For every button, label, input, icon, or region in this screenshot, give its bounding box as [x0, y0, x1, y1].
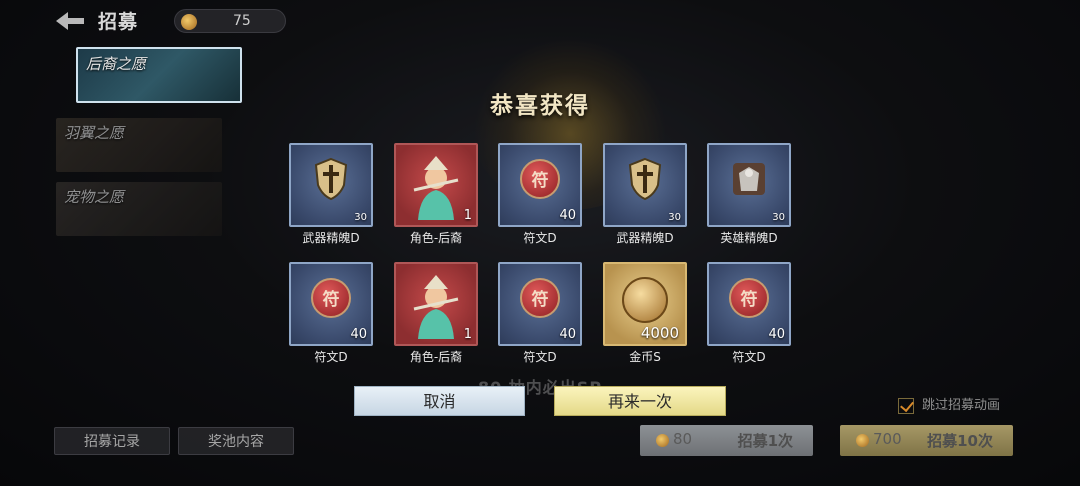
coin-bag-icon: [856, 434, 869, 447]
reward-name: 英雄精魄D: [720, 231, 778, 245]
reward-name: 符文D: [732, 350, 766, 364]
skip-animation-label: 跳过招募动画: [922, 398, 1001, 413]
reward-quantity: 40: [768, 327, 785, 342]
draw-again-button[interactable]: 再来一次: [554, 386, 726, 416]
reward-card: 符 40: [498, 143, 582, 227]
shield-cross-icon: [628, 157, 662, 205]
draw-label: 招募10次: [927, 432, 993, 450]
reward-quantity: 40: [350, 327, 367, 342]
archer-portrait-icon: [408, 269, 464, 343]
currency-display: 75: [174, 9, 286, 33]
reward-quantity: 40: [559, 208, 576, 223]
reward-quantity: 1: [463, 208, 472, 223]
rune-glyph: 符: [531, 171, 549, 192]
reward-card: 符 40: [289, 262, 373, 346]
currency-value: 75: [233, 13, 251, 29]
reward-quantity: 1: [463, 327, 472, 342]
reward-quantity: 4000: [640, 324, 679, 342]
archer-portrait-icon: [408, 150, 464, 224]
reward-card: 符 40: [498, 262, 582, 346]
coin-bag-icon: [656, 434, 669, 447]
recruit-history-button[interactable]: 招募记录: [54, 427, 170, 455]
reward-card: 30: [289, 143, 373, 227]
reward-card: 30: [707, 143, 791, 227]
draw-ten-button[interactable]: 700 招募10次: [840, 425, 1013, 456]
draw-once-button[interactable]: 80 招募1次: [640, 425, 813, 456]
pool-content-button[interactable]: 奖池内容: [178, 427, 294, 455]
banner-label: 羽翼之愿: [64, 124, 125, 142]
banner-pet-wish[interactable]: 宠物之愿: [56, 182, 222, 236]
banner-label: 后裔之愿: [86, 55, 147, 73]
rune-icon: 符: [520, 277, 560, 318]
reward-quantity: 30: [354, 212, 367, 223]
reward-quantity: 40: [559, 327, 576, 342]
page-title: 招募: [98, 11, 139, 33]
rune-icon: 符: [520, 158, 560, 199]
rune-glyph: 符: [740, 290, 758, 311]
skip-animation-toggle[interactable]: 跳过招募动画: [898, 394, 1000, 414]
cancel-button[interactable]: 取消: [354, 386, 525, 416]
reward-card: 1: [394, 262, 478, 346]
back-arrow-icon[interactable]: [54, 10, 86, 32]
gold-coin-icon: [622, 277, 668, 323]
reward-card: 30: [603, 143, 687, 227]
reward-quantity: 30: [668, 212, 681, 223]
coin-bag-icon: [181, 14, 197, 30]
rune-glyph: 符: [531, 290, 549, 311]
rune-icon: 符: [311, 277, 351, 318]
draw-label: 招募1次: [737, 432, 793, 450]
shield-cross-icon: [314, 157, 348, 205]
draw-cost: 700: [873, 430, 902, 448]
checkbox-checked-icon[interactable]: [898, 397, 914, 414]
reward-card: 1: [394, 143, 478, 227]
reward-card: 4000: [603, 262, 687, 346]
rune-icon: 符: [729, 277, 769, 318]
draw-cost: 80: [673, 430, 693, 448]
reward-grid: 30 武器精魄D 1 角色-后裔符 40 符文D 30 武器精魄D 30 英雄精魄D 符 40 符文D 1…: [289, 143, 792, 368]
reward-quantity: 30: [772, 212, 785, 223]
banner-label: 宠物之愿: [64, 188, 125, 206]
popup-title: 恭喜获得: [490, 93, 590, 119]
reward-card: 符 40: [707, 262, 791, 346]
rune-glyph: 符: [322, 290, 340, 311]
banner-wing-wish[interactable]: 羽翼之愿: [56, 118, 222, 172]
armor-icon: [729, 159, 769, 203]
